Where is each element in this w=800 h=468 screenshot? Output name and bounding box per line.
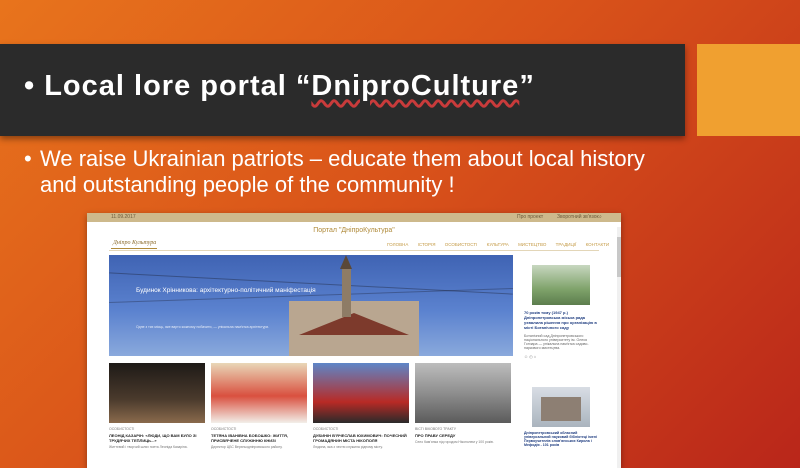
site-date: 11.09.2017 [111,214,136,220]
site-scrollbar[interactable] [617,227,621,468]
portal-screenshot: 11.09.2017 Про проект Зворотний зв'язок … [87,213,621,468]
nav-item[interactable]: ТРАДИЦІЇ [556,242,577,247]
news-image[interactable] [415,363,511,423]
news-image[interactable] [109,363,205,423]
news-headline[interactable]: ТЕТЯНА ІВАНІВНА БОБОШКО: ЖИТТЯ, ПРИСВЯЧЕ… [211,433,307,443]
site-logo[interactable]: Дніпро Культура [113,240,156,246]
accent-block [697,44,800,136]
hero-text: Одне з тих місць, яке варто кожному поба… [136,325,270,329]
site-about-link[interactable]: Про проект [517,213,543,222]
slide-subtitle-text: We raise Ukrainian patriots – educate th… [40,146,645,197]
news-category: ВІСТІ ВІКОВОГО ТРАКТУ [415,427,457,431]
side-card-title[interactable]: 70 років тому (1947 р.) Дніпропетровська… [524,310,599,330]
slide-title: • Local lore portal “DniproCulture” [24,70,535,103]
side-card-icons: ☺ ◴ ⌂ [524,354,537,359]
nav-item[interactable]: ОСОБИСТОСТІ [445,242,478,247]
side-card-image[interactable] [532,265,590,305]
site-topstrip: 11.09.2017 Про проект Зворотний зв'язок … [87,213,621,222]
hero-title[interactable]: Будинок Хрінникова: архітектурно-політич… [136,287,316,294]
hero-spire [340,255,352,269]
nav-divider [109,250,599,251]
hero-roof [299,313,409,335]
site-nav: ГОЛОВНА ІСТОРІЯ ОСОБИСТОСТІ КУЛЬТУРА МИС… [387,242,617,247]
slide-title-prefix: • Local lore portal “ [24,70,312,102]
hero-banner[interactable]: Будинок Хрінникова: архітектурно-політич… [109,255,513,356]
logo-underline [111,248,157,249]
side-card[interactable]: 70 років тому (1947 р.) Дніпропетровська… [524,265,599,359]
slide-title-suffix: ” [519,70,535,102]
news-snippet: Людина, яка з честю служила рідному міст… [313,445,383,449]
slide-subtitle: • We raise Ukrainian patriots – educate … [24,146,666,198]
side-card-building [541,397,581,421]
news-card[interactable]: ОСОБИСТОСТІ ЛЕОНІД КАЗАРІН: «ЛЮДИ, ЩО ВА… [109,363,205,449]
nav-item[interactable]: КОНТАКТИ [586,242,610,247]
news-headline[interactable]: ПРО ПРАВУ СЕРЕДУ [415,433,511,438]
news-image[interactable] [313,363,409,423]
news-category: ОСОБИСТОСТІ [109,427,135,431]
news-snippet: Директор ЦБС Верхньодніпровського району… [211,445,283,449]
bullet-icon: • [24,146,32,171]
news-card[interactable]: ВІСТІ ВІКОВОГО ТРАКТУ ПРО ПРАВУ СЕРЕДУ С… [415,363,511,444]
news-card[interactable]: ОСОБИСТОСТІ ТЕТЯНА ІВАНІВНА БОБОШКО: ЖИТ… [211,363,307,449]
slide-title-brand: DniproCulture [311,70,520,102]
news-category: ОСОБИСТОСТІ [211,427,237,431]
nav-item[interactable]: КУЛЬТУРА [487,242,509,247]
side-card-desc: Ботанічний сад Дніпропетровського націон… [524,334,589,350]
news-snippet: Життєвий і творчий шлях поета Леоніда Ка… [109,445,188,449]
nav-item[interactable]: ГОЛОВНА [387,242,408,247]
search-icon[interactable]: ⌕ [599,213,602,222]
scrollbar-thumb[interactable] [617,237,621,277]
site-contact-link[interactable]: Зворотний зв'язок [557,213,599,222]
news-snippet: Село Кам'янка під городом Нікополем у 10… [415,440,494,444]
nav-item[interactable]: ІСТОРІЯ [418,242,436,247]
news-image[interactable] [211,363,307,423]
side-card-title-2[interactable]: Дніпропетровський обласний універсальний… [524,431,599,447]
news-headline[interactable]: ЛЕОНІД КАЗАРІН: «ЛЮДИ, ЩО ВАМ БУЛО ЗІ ТР… [109,433,205,443]
nav-item[interactable]: МИСТЕЦТВО [518,242,546,247]
news-card[interactable]: ОСОБИСТОСТІ ДУБИНІН В'ЯЧЕСЛАВ ЮХИМОВИЧ: … [313,363,409,449]
news-headline[interactable]: ДУБИНІН В'ЯЧЕСЛАВ ЮХИМОВИЧ: ПОЧЕСНИЙ ГРО… [313,433,409,443]
news-category: ОСОБИСТОСТІ [313,427,339,431]
hero-tower [342,267,351,317]
portal-title: Портал "ДніпроКультура" [313,227,395,234]
